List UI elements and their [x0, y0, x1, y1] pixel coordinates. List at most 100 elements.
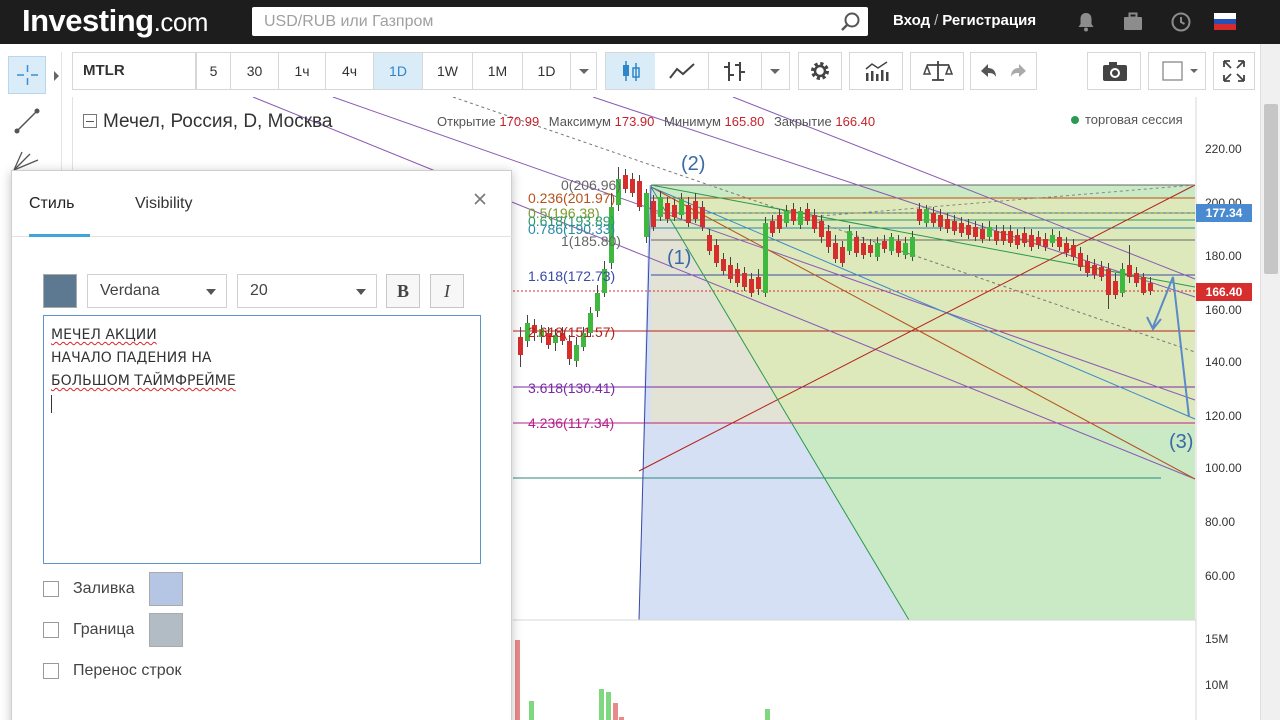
interval-1d[interactable]: 1D — [374, 52, 423, 90]
border-color-picker[interactable] — [149, 613, 183, 647]
line-chart-button[interactable] — [655, 52, 709, 90]
portfolio-icon[interactable] — [1121, 10, 1145, 34]
candle-body — [917, 209, 922, 221]
price-axis-label: 120.00 — [1205, 409, 1242, 423]
candle-body — [819, 221, 824, 237]
chart-title-text: Мечел, Россия, D, Москва — [103, 111, 333, 132]
interval-5[interactable]: 5 — [196, 52, 231, 90]
fib-label: 0.236(201.97) — [528, 190, 616, 206]
page-scrollbar[interactable] — [1260, 44, 1280, 720]
layout-button[interactable] — [1148, 52, 1206, 90]
chevron-down-icon — [770, 69, 780, 74]
text-color-picker[interactable] — [43, 274, 77, 308]
login-links: Вход / Регистрация — [893, 12, 1036, 29]
close-label: Закрытие — [773, 114, 832, 129]
high-label: Максимум — [548, 114, 611, 129]
bold-button[interactable]: B — [386, 274, 420, 308]
font-size-select[interactable]: 20 — [237, 274, 377, 308]
candle-body — [1001, 231, 1006, 241]
tab-style[interactable]: Стиль — [29, 195, 75, 213]
bars-icon — [724, 62, 745, 81]
candles-button[interactable] — [605, 52, 656, 90]
candle-body — [728, 265, 733, 279]
wrap-label: Перенос строк — [73, 662, 182, 679]
search-box — [252, 7, 868, 36]
candle-body — [1008, 231, 1013, 243]
search-input[interactable] — [252, 7, 832, 36]
candle-body — [924, 209, 929, 223]
undo-button[interactable] — [970, 52, 1004, 90]
candle-body — [630, 179, 635, 193]
candle-body — [623, 175, 628, 189]
register-link[interactable]: Регистрация — [942, 12, 1036, 29]
collapse-icon[interactable] — [83, 114, 97, 128]
tab-visibility[interactable]: Visibility — [135, 195, 193, 213]
candle-body — [651, 201, 656, 227]
price-axis-label: 220.00 — [1205, 142, 1242, 156]
candle-body — [735, 269, 740, 283]
price-axis-label: 160.00 — [1205, 303, 1242, 317]
candle-body — [1148, 283, 1153, 291]
interval-1h[interactable]: 1ч — [279, 52, 326, 90]
search-icon[interactable] — [840, 11, 862, 33]
bars-button[interactable] — [709, 52, 762, 90]
close-value: 166.40 — [835, 114, 876, 129]
candle-body — [1043, 239, 1048, 247]
fill-checkbox[interactable] — [43, 581, 59, 597]
candle-body — [721, 259, 726, 271]
symbol-input[interactable]: MTLR — [72, 52, 196, 90]
session-dot — [1071, 116, 1079, 124]
scrollbar-thumb[interactable] — [1264, 104, 1278, 274]
session-indicator: торговая сессия — [1071, 112, 1183, 127]
candle-body — [1092, 265, 1097, 275]
crosshair-tool[interactable] — [8, 56, 59, 94]
trend-line-icon — [14, 108, 40, 134]
clock-icon[interactable] — [1169, 10, 1193, 34]
interval-30[interactable]: 30 — [231, 52, 279, 90]
russia-flag-icon[interactable] — [1214, 13, 1236, 30]
chart-type-dropdown[interactable] — [762, 52, 790, 90]
ohlc-legend: Открытие 170.99 Максимум 173.90 Минимум … — [437, 114, 881, 129]
candle-body — [1127, 265, 1132, 277]
text-line: НАЧАЛО ПАДЕНИЯ НА — [51, 350, 212, 366]
indicators-button[interactable] — [849, 52, 903, 90]
italic-button[interactable]: I — [430, 274, 464, 308]
expand-arrow-icon[interactable] — [54, 71, 59, 81]
interval-1m[interactable]: 1M — [473, 52, 523, 90]
candle-body — [931, 213, 936, 223]
volume-bar — [606, 692, 611, 720]
candle-body — [574, 345, 579, 361]
candle-body — [637, 181, 642, 207]
settings-button[interactable] — [798, 52, 842, 90]
candle-body — [763, 223, 768, 293]
candle-body — [518, 337, 523, 355]
candle-body — [700, 207, 705, 227]
logo-main: Investing — [22, 3, 154, 38]
fullscreen-button[interactable] — [1213, 52, 1255, 90]
bell-icon[interactable] — [1074, 10, 1098, 34]
redo-button[interactable] — [1003, 52, 1037, 90]
logo[interactable]: Investing.com — [22, 3, 208, 39]
candle-body — [952, 221, 957, 231]
interval-1w[interactable]: 1W — [423, 52, 473, 90]
crosshair-icon — [17, 65, 38, 85]
open-value: 170.99 — [499, 114, 540, 129]
candle-body — [833, 243, 838, 259]
candle-body — [798, 211, 803, 225]
active-tab-indicator — [29, 234, 90, 237]
interval-dropdown-caret[interactable] — [571, 52, 597, 90]
border-checkbox[interactable] — [43, 622, 59, 638]
trend-line-tool[interactable] — [8, 102, 46, 140]
candle-body — [1085, 261, 1090, 273]
wrap-checkbox[interactable] — [43, 663, 59, 679]
candle-body — [1050, 235, 1055, 243]
interval-dropdown[interactable]: 1D — [523, 52, 571, 90]
screenshot-button[interactable] — [1087, 52, 1141, 90]
font-family-select[interactable]: Verdana — [87, 274, 227, 308]
interval-4h[interactable]: 4ч — [326, 52, 374, 90]
close-icon[interactable] — [472, 191, 488, 207]
text-content-textarea[interactable]: МЕЧЕЛ АКЦИИ НАЧАЛО ПАДЕНИЯ НА БОЛЬШОМ ТА… — [43, 315, 481, 564]
compare-button[interactable] — [910, 52, 964, 90]
fill-color-picker[interactable] — [149, 572, 183, 606]
login-link[interactable]: Вход — [893, 12, 930, 29]
